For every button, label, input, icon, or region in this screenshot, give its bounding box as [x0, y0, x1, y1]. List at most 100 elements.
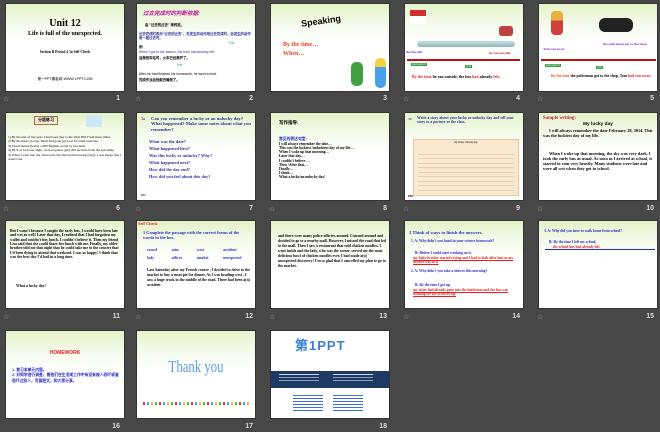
- word-box-item: lady: [147, 256, 154, 261]
- animation-icon: ☆: [269, 205, 276, 213]
- animation-icon: ☆: [537, 95, 544, 103]
- slide-number: 17: [245, 423, 253, 430]
- slide-section: Section B Period 4 3a-Self Check: [39, 50, 91, 54]
- bullet-item: What happened next?: [149, 160, 191, 166]
- slide-thumbnail-5[interactable]: Tom ran away the policeman got to the sh…: [538, 3, 658, 92]
- slide-text: After he had finished his homework, he w…: [139, 72, 218, 76]
- form-lines: [418, 150, 514, 194]
- slide-thumbnail-6[interactable]: 分层练习 1) By the end of last year, I had b…: [5, 112, 125, 201]
- animation-icon: ☆: [3, 313, 10, 321]
- slide-number: 7: [249, 205, 253, 212]
- slide-number: 14: [512, 313, 520, 320]
- slide-thumbnail-10[interactable]: Sample writing: My lucky day I will alwa…: [538, 112, 658, 201]
- tense-label: past perfect: [411, 62, 427, 67]
- slide-title: HOMEWORK: [49, 350, 81, 356]
- exercise-item: 5) When I went into the classroom, the f…: [8, 152, 122, 162]
- slide-thumbnail-8[interactable]: 写作指导: 常见的表达句型: I will always remember th…: [270, 112, 390, 201]
- slide-thumbnail-16[interactable]: HOMEWORK 1. 复习本单元内容。 2. 对同学进行调查，看他们在生活或工…: [5, 330, 125, 419]
- tense-label: past: [465, 64, 472, 69]
- animation-icon: ☆: [537, 205, 544, 213]
- slide-thumbnail-17[interactable]: Thank you: [136, 330, 256, 419]
- writing-form: My lucky/ unlucky day: [413, 139, 519, 196]
- bus-image: [499, 26, 513, 36]
- slide-heading: 写作指导:: [279, 120, 299, 125]
- timeline-label: the bus left: [406, 50, 423, 54]
- tense-label: past: [596, 65, 603, 70]
- slide-subtitle: Life is full of the unexpected.: [28, 31, 102, 37]
- slide-text: B: By the time I got up,: [415, 283, 451, 287]
- timeline-label: Tom ran away: [543, 47, 565, 51]
- dot-border-decoration: [143, 402, 249, 405]
- slide-heading: 过去完成时的判断依据:: [143, 11, 200, 17]
- slide-number: 16: [112, 423, 120, 430]
- slide-thumbnail-1[interactable]: Unit 12 Life is full of the unexpected. …: [5, 3, 125, 92]
- bullet-item: Was this lucky or unlucky? Why?: [149, 153, 213, 159]
- bullet-item: What was the date?: [149, 139, 186, 144]
- animation-icon: ☆: [135, 313, 142, 321]
- house-image: [410, 10, 426, 24]
- form-title: My lucky/ unlucky day: [454, 141, 478, 144]
- slide-title: Speaking: [300, 13, 342, 29]
- slide-text: had run away: [627, 74, 651, 78]
- slide-thumbnail-11[interactable]: But I wasn't because I caught the early …: [5, 220, 125, 309]
- slide-label: Sample writing:: [543, 116, 576, 121]
- slide-number: 10: [646, 205, 654, 212]
- bullet-item: What happened first?: [149, 146, 190, 152]
- bullet-item: How did the day end?: [149, 167, 190, 173]
- slide-thumbnail-2[interactable]: 过去完成时的判断依据: 由 "过去的过去" 来判定。 过去完成时表示"过去的过去…: [136, 3, 256, 92]
- slide-thumbnail-7[interactable]: 3a Can you remember a lucky or an unluck…: [136, 112, 256, 201]
- slide-body: Last Saturday after my French course , I…: [147, 268, 251, 287]
- animation-icon: ☆: [537, 313, 544, 321]
- slide-thumbnail-13[interactable]: and there were many police officers arou…: [270, 220, 390, 309]
- slide-body: I will always remember the date February…: [543, 128, 653, 138]
- slide-text: By the time: [412, 74, 432, 79]
- cartoon-dinosaur-image: [351, 62, 363, 86]
- slide-thumbnail-15[interactable]: 3. A: Why did you have to walk home from…: [538, 220, 658, 309]
- slide-thumbnail-3[interactable]: Speaking By the time… When…: [270, 3, 390, 92]
- timeline-label: he ran outside: [489, 51, 511, 55]
- exercise-tag: 3b: [408, 117, 412, 121]
- slide-thumbnail-4[interactable]: the bus left he ran outside past perfect…: [404, 3, 524, 92]
- slide-number: 13: [379, 313, 387, 320]
- slide-subheading: 常见的表达句型:: [279, 137, 307, 141]
- slide-thumbnail-12[interactable]: Self Check 1 Complete the passage with t…: [136, 220, 256, 309]
- slide-number: 4: [516, 95, 520, 102]
- slide-text: B: Before I could start working on it,: [415, 251, 472, 255]
- slide-text: B: By the time I left my school,: [549, 240, 597, 244]
- slide-body: When I woke up that morning, the sky was…: [543, 151, 652, 171]
- animation-icon: ☆: [3, 205, 10, 213]
- animation-icon: ☆: [135, 205, 142, 213]
- word-box-item: unexpected: [223, 256, 242, 261]
- slide-number: 3: [383, 95, 387, 102]
- tense-label: past perfect: [545, 63, 561, 68]
- slide-title: Thank you: [168, 357, 224, 376]
- word-box-item: cancel: [147, 248, 158, 252]
- word-box-item: miss: [171, 248, 179, 252]
- word-box-item: accident: [223, 248, 237, 252]
- slide-thumbnail-9[interactable]: 3b Write a story about your lucky or unl…: [404, 112, 524, 201]
- phrase-item: What a lucky/an unlucky day!: [279, 175, 326, 179]
- slide-question: 1 Complete the passage with the correct …: [143, 230, 240, 240]
- slide-text: 完成作业后他就去睡觉了。: [139, 78, 180, 82]
- slide-thumbnail-18[interactable]: 第1PPT: [270, 330, 390, 419]
- info-banner: [271, 371, 389, 388]
- slide-thumbnail-14[interactable]: 2 Think of ways to finish the answers. 1…: [404, 220, 524, 309]
- slide-label: Self Check: [138, 221, 158, 226]
- timeline-arrow: [407, 59, 520, 61]
- word-box-item: west: [196, 248, 204, 252]
- slide-number: 9: [516, 205, 520, 212]
- slide-heading: 2 Think of ways to finish the answers.: [409, 230, 483, 235]
- slide-number: 15: [646, 313, 654, 320]
- exercise-tag: 3a: [141, 116, 145, 121]
- animation-icon: ☆: [269, 313, 276, 321]
- road-image: [417, 41, 515, 47]
- slide-text: When I got to the station, the train had…: [139, 50, 215, 54]
- slide-text: first: [177, 63, 183, 67]
- pen-image: [86, 115, 102, 127]
- boy-image: [551, 11, 563, 35]
- slide-text: the policeman got to the shop, Tom: [569, 74, 628, 78]
- slide-text: first: [229, 41, 235, 45]
- slide-banner: 分层练习: [34, 116, 58, 125]
- slide-question: 1. A: Why didn't you hand in your scienc…: [411, 239, 495, 243]
- slide-number: 6: [116, 205, 120, 212]
